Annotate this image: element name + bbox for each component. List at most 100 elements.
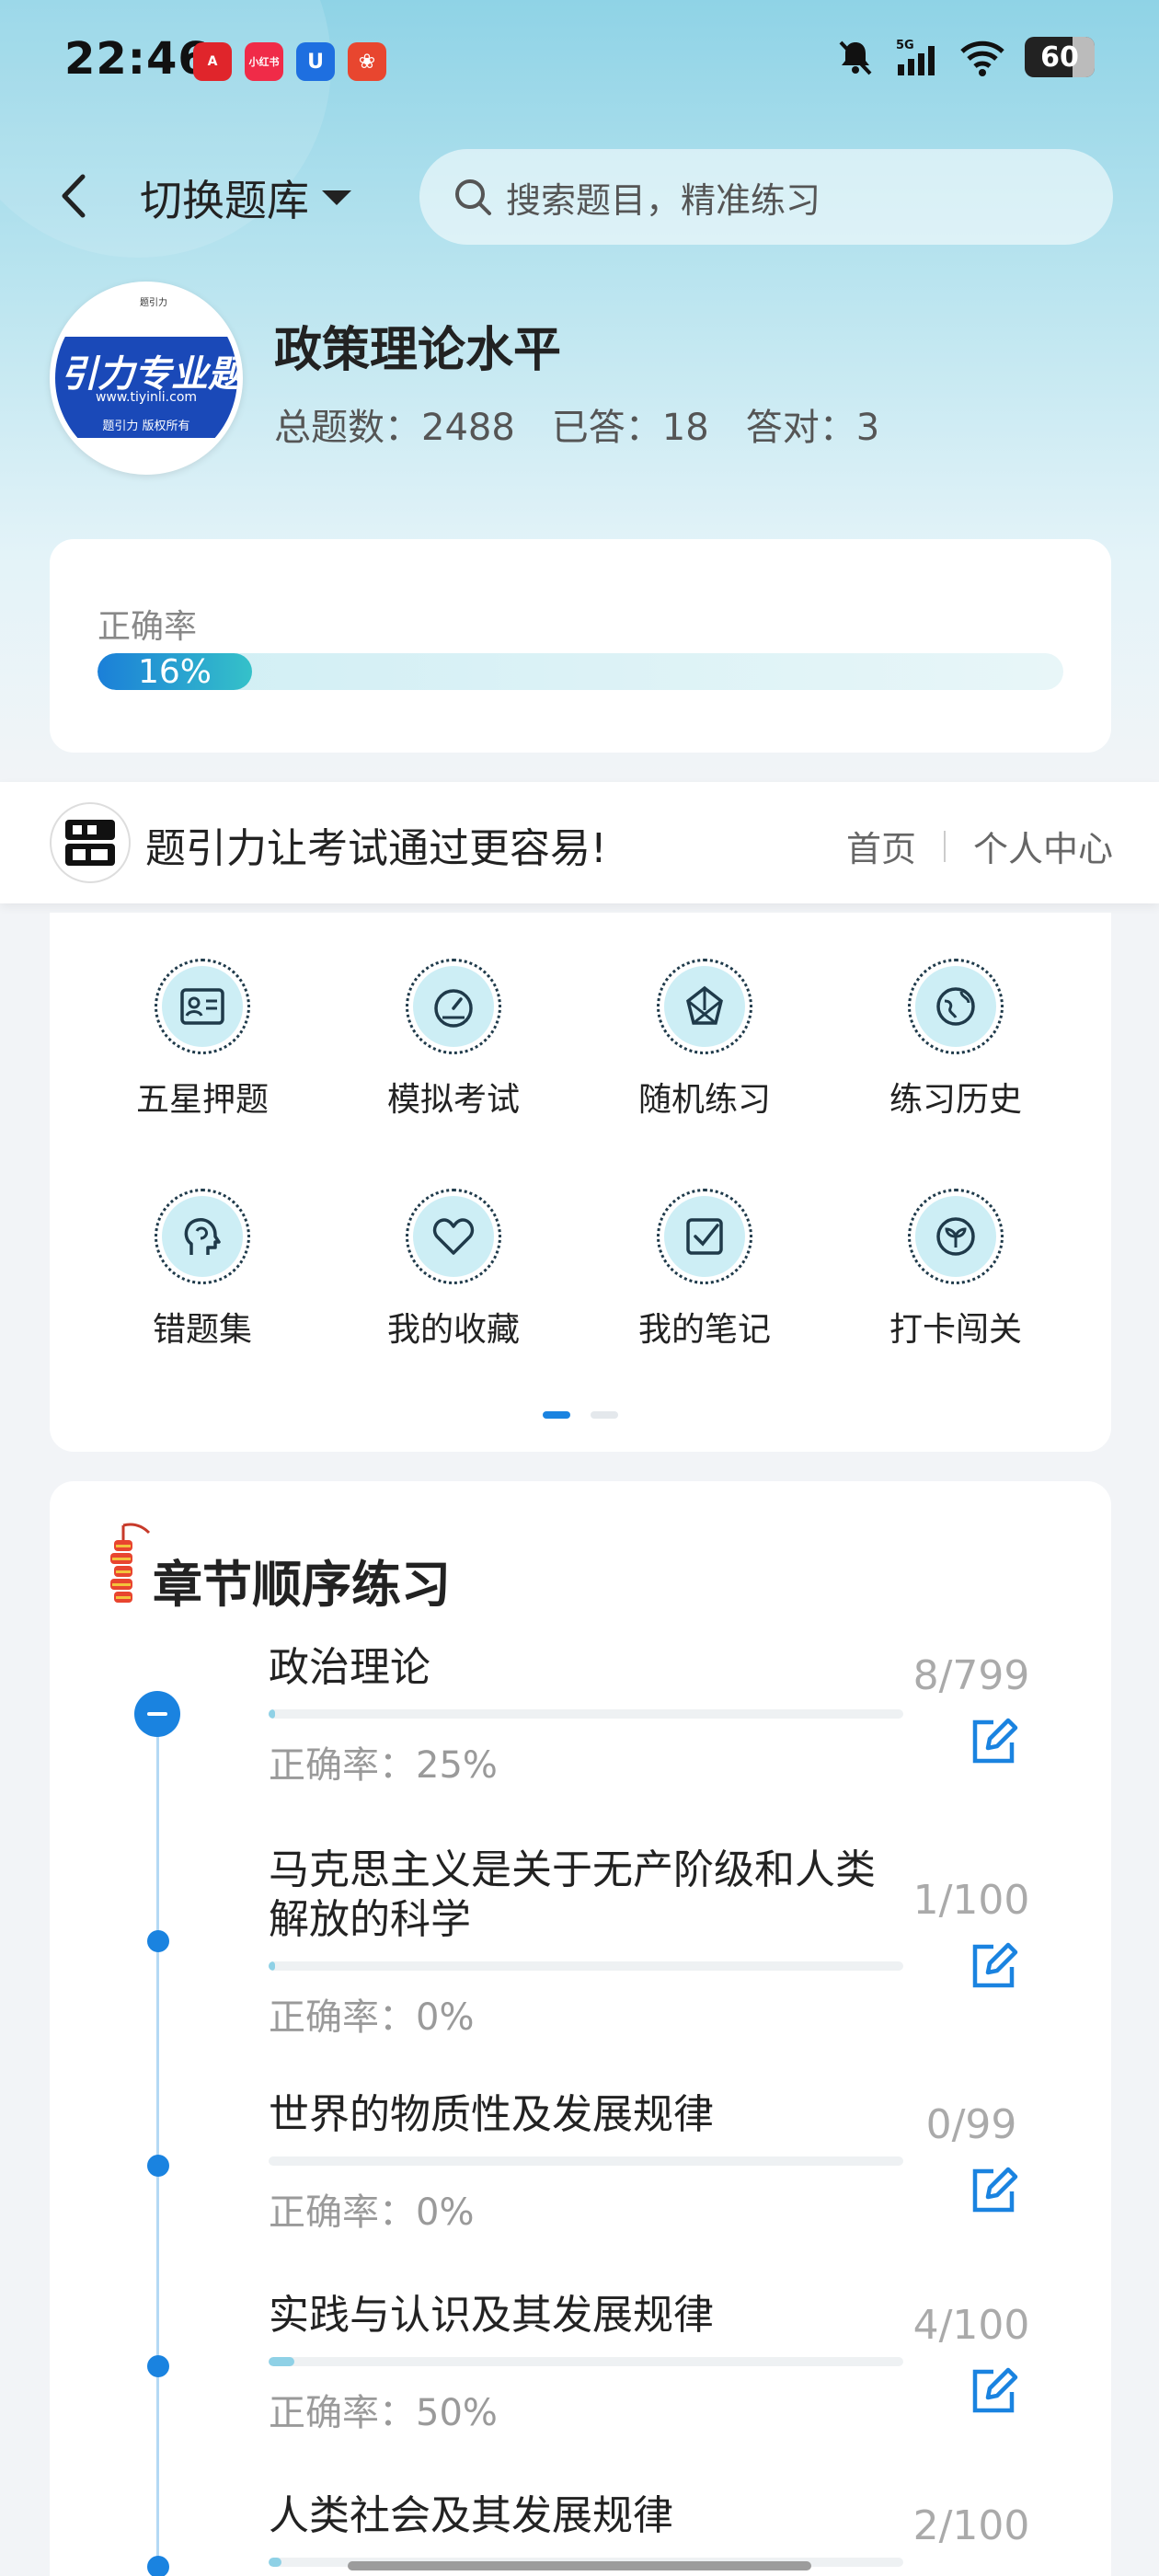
caret-down-icon xyxy=(322,190,351,205)
grid-item-favorites[interactable]: 我的收藏 xyxy=(334,1189,573,1351)
grid-label: 我的收藏 xyxy=(386,1311,520,1349)
sprout-icon xyxy=(936,1217,975,1256)
id-card-icon xyxy=(180,988,224,1025)
chapter-name: 马克思主义是关于无产阶级和人类解放的科学 xyxy=(269,1846,876,1943)
back-button[interactable] xyxy=(52,164,98,228)
grid-item-wrong-questions[interactable]: 错题集 xyxy=(83,1189,322,1351)
timeline-node xyxy=(147,2556,169,2576)
avatar-copyright: 题引力 版权所有 xyxy=(102,420,190,433)
grid-item-checkin[interactable]: 打卡闯关 xyxy=(836,1189,1075,1351)
chevron-left-icon xyxy=(62,174,86,218)
edit-icon[interactable] xyxy=(966,1715,1021,1770)
grid-item-mock-exam[interactable]: 模拟考试 xyxy=(334,959,573,1121)
timeline-node xyxy=(147,2355,169,2377)
wifi-icon xyxy=(960,40,1004,76)
chapter-item[interactable]: 马克思主义是关于无产阶级和人类解放的科学 正确率：0% xyxy=(269,1846,903,2041)
bank-avatar: 题引力 引力专业题 www.tiyinli.com 题引力 版权所有 xyxy=(50,282,243,475)
grid-item-five-star[interactable]: 五星押题 xyxy=(83,959,322,1121)
home-indicator[interactable] xyxy=(348,2561,811,2570)
chapter-count: 8/799 xyxy=(912,1652,1030,1699)
grid-label: 随机练习 xyxy=(637,1081,771,1119)
chapter-count: 1/100 xyxy=(912,1877,1030,1924)
grid-item-history[interactable]: 练习历史 xyxy=(836,959,1075,1121)
correct-count: 答对：3 xyxy=(745,407,880,449)
chapter-accuracy: 正确率：50% xyxy=(269,2392,498,2434)
chapter-accuracy: 正确率：0% xyxy=(269,2191,475,2234)
chapter-item[interactable]: 实践与认识及其发展规律 正确率：50% xyxy=(269,2291,903,2436)
brand-slogan: 题引力让考试通过更容易! xyxy=(145,825,607,872)
battery-icon: 60 xyxy=(1025,37,1095,77)
grid-label: 我的笔记 xyxy=(637,1311,771,1349)
app-a-icon: A xyxy=(193,42,232,81)
chapter-accuracy: 正确率：25% xyxy=(269,1744,498,1787)
chapter-section-title: 章节顺序练习 xyxy=(153,1556,451,1614)
chapter-count: 2/100 xyxy=(912,2502,1030,2549)
chapter-name: 人类社会及其发展规律 xyxy=(269,2492,673,2539)
chapter-progress-bar xyxy=(269,2357,903,2366)
network-label: 5G xyxy=(896,39,914,52)
timeline-node xyxy=(147,2155,169,2177)
grid-pager xyxy=(543,1411,618,1419)
brand-bar: 题引力让考试通过更容易! 首页 个人中心 xyxy=(0,782,1159,903)
link-profile[interactable]: 个人中心 xyxy=(973,821,1113,871)
grid-label: 模拟考试 xyxy=(386,1081,520,1119)
grid-label: 打卡闯关 xyxy=(889,1311,1022,1349)
link-home[interactable]: 首页 xyxy=(846,821,916,871)
function-grid: 五星押题 模拟考试 随机练习 练习历史 错题集 我的收藏 我的笔记 打卡闯关 xyxy=(50,913,1111,1452)
battery-level: 60 xyxy=(1040,40,1079,74)
chapter-accuracy: 正确率：0% xyxy=(269,1996,475,2039)
answered-count: 已答：18 xyxy=(551,407,709,449)
status-time: 22:46 xyxy=(64,33,210,85)
accuracy-progress-fill: 16% xyxy=(98,653,252,690)
pager-dot xyxy=(591,1411,618,1419)
heart-icon xyxy=(432,1218,475,1255)
search-icon xyxy=(455,179,491,215)
brand-logo-icon xyxy=(50,802,131,883)
avatar-url: www.tiyinli.com xyxy=(95,390,198,405)
head-icon xyxy=(184,1218,221,1255)
search-placeholder: 搜索题目，精准练习 xyxy=(506,179,821,221)
chapter-practice-card: 章节顺序练习 政治理论 正确率：25% 8/799 马克思主义是关于无产阶级和人… xyxy=(50,1481,1111,2576)
search-input[interactable]: 搜索题目，精准练习 xyxy=(419,149,1113,245)
status-bar: 22:46 A 小红书 U ❀ 5G 60 xyxy=(0,0,1159,120)
globe-history-icon xyxy=(936,987,975,1026)
chapter-name: 政治理论 xyxy=(269,1644,430,1691)
grid-label: 五星押题 xyxy=(135,1081,269,1119)
pager-dot-active xyxy=(543,1411,570,1419)
mute-bell-icon xyxy=(839,40,872,75)
check-note-icon xyxy=(686,1218,723,1255)
chapter-name: 世界的物质性及发展规律 xyxy=(269,2091,714,2138)
accuracy-label: 正确率 xyxy=(98,608,198,646)
grid-item-random-practice[interactable]: 随机练习 xyxy=(585,959,824,1121)
chapter-progress-bar xyxy=(269,2156,903,2166)
grid-label: 练习历史 xyxy=(889,1081,1022,1119)
grid-label: 错题集 xyxy=(152,1311,252,1349)
chapter-count: 0/99 xyxy=(925,2101,1017,2148)
accuracy-card: 正确率 16% xyxy=(50,539,1111,753)
chapter-progress-bar xyxy=(269,1709,903,1719)
timeline-node xyxy=(147,1930,169,1952)
bank-title: 政策理论水平 xyxy=(274,323,562,378)
avatar-top-mark: 题引力 xyxy=(140,298,167,308)
edit-icon[interactable] xyxy=(966,2364,1021,2420)
app-u-icon: U xyxy=(296,42,335,81)
timeline-node-collapse[interactable] xyxy=(134,1691,180,1737)
timeline-line xyxy=(156,1713,159,2576)
firecracker-icon xyxy=(110,1523,151,1603)
speedometer-icon xyxy=(434,989,473,1028)
grid-item-notes[interactable]: 我的笔记 xyxy=(585,1189,824,1351)
xiaohongshu-icon: 小红书 xyxy=(245,42,283,81)
chapter-progress-bar xyxy=(269,1961,903,1971)
accuracy-progress-bar: 16% xyxy=(98,653,1063,690)
cellular-signal-icon: 5G xyxy=(896,39,935,75)
edit-icon[interactable] xyxy=(966,2164,1021,2219)
edit-icon[interactable] xyxy=(966,1939,1021,1995)
switch-bank-button[interactable]: 切换题库 xyxy=(140,167,351,228)
random-icon xyxy=(686,985,723,1025)
chapter-item[interactable]: 世界的物质性及发展规律 正确率：0% xyxy=(269,2090,903,2236)
switch-bank-label: 切换题库 xyxy=(140,176,309,225)
chapter-item[interactable]: 人类社会及其发展规律 xyxy=(269,2491,903,2567)
chapter-item[interactable]: 政治理论 正确率：25% xyxy=(269,1643,903,1788)
chapter-name: 实践与认识及其发展规律 xyxy=(269,2292,714,2339)
accuracy-value: 16% xyxy=(137,653,212,690)
